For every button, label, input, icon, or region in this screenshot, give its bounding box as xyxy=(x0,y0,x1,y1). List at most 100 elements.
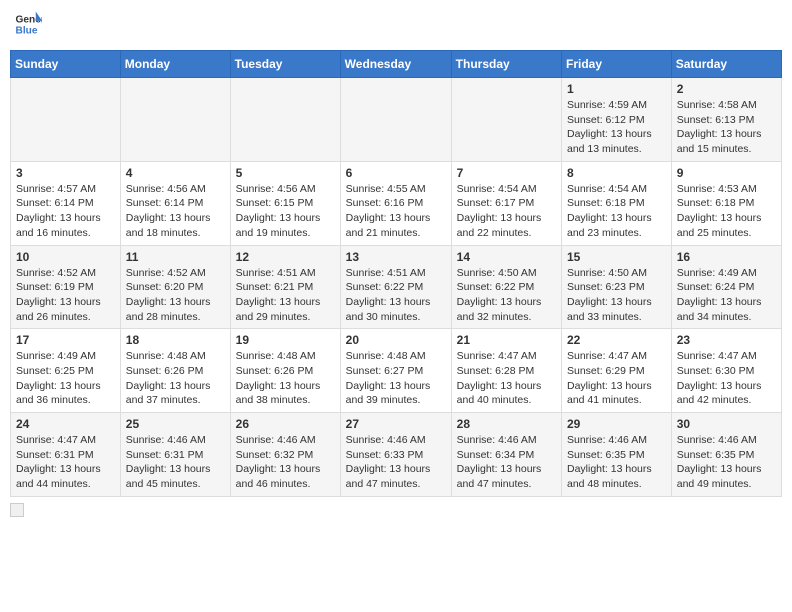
logo: General Blue xyxy=(14,14,42,38)
day-number: 6 xyxy=(346,166,446,180)
day-info: Sunrise: 4:51 AM Sunset: 6:21 PM Dayligh… xyxy=(236,266,335,325)
calendar-cell: 30Sunrise: 4:46 AM Sunset: 6:35 PM Dayli… xyxy=(671,413,781,497)
day-info: Sunrise: 4:47 AM Sunset: 6:31 PM Dayligh… xyxy=(16,433,115,492)
day-number: 27 xyxy=(346,417,446,431)
calendar-cell: 8 Sunrise: 4:54 AM Sunset: 6:18 PM Daylig… xyxy=(562,161,672,245)
calendar-header: SundayMondayTuesdayWednesdayThursdayFrid… xyxy=(11,51,782,78)
calendar-week-row: 10 Sunrise: 4:52 AM Sunset: 6:19 PM Dayli… xyxy=(11,245,782,329)
calendar-cell: 18Sunrise: 4:48 AM Sunset: 6:26 PM Dayli… xyxy=(120,329,230,413)
day-info: Sunrise: 4:51 AM Sunset: 6:22 PM Dayligh… xyxy=(346,266,446,325)
day-info: Sunrise: 4:56 AM Sunset: 6:14 PM Dayligh… xyxy=(126,182,225,241)
calendar-cell: 11Sunrise: 4:52 AM Sunset: 6:20 PM Dayli… xyxy=(120,245,230,329)
day-number: 30 xyxy=(677,417,776,431)
calendar-cell: 3 Sunrise: 4:57 AM Sunset: 6:14 PM Daylig… xyxy=(11,161,121,245)
calendar-table: SundayMondayTuesdayWednesdayThursdayFrid… xyxy=(10,50,782,497)
day-number: 8 xyxy=(567,166,666,180)
calendar-cell: 22Sunrise: 4:47 AM Sunset: 6:29 PM Dayli… xyxy=(562,329,672,413)
weekday-header-friday: Friday xyxy=(562,51,672,78)
day-info: Sunrise: 4:47 AM Sunset: 6:30 PM Dayligh… xyxy=(677,349,776,408)
calendar-week-row: 24Sunrise: 4:47 AM Sunset: 6:31 PM Dayli… xyxy=(11,413,782,497)
day-info: Sunrise: 4:50 AM Sunset: 6:22 PM Dayligh… xyxy=(457,266,556,325)
calendar-cell: 9 Sunrise: 4:53 AM Sunset: 6:18 PM Daylig… xyxy=(671,161,781,245)
day-info: Sunrise: 4:49 AM Sunset: 6:25 PM Dayligh… xyxy=(16,349,115,408)
day-info: Sunrise: 4:55 AM Sunset: 6:16 PM Dayligh… xyxy=(346,182,446,241)
weekday-header-tuesday: Tuesday xyxy=(230,51,340,78)
calendar-week-row: 3 Sunrise: 4:57 AM Sunset: 6:14 PM Daylig… xyxy=(11,161,782,245)
day-info: Sunrise: 4:46 AM Sunset: 6:34 PM Dayligh… xyxy=(457,433,556,492)
calendar-cell: 24Sunrise: 4:47 AM Sunset: 6:31 PM Dayli… xyxy=(11,413,121,497)
day-number: 16 xyxy=(677,250,776,264)
day-info: Sunrise: 4:46 AM Sunset: 6:32 PM Dayligh… xyxy=(236,433,335,492)
svg-text:Blue: Blue xyxy=(16,25,38,36)
calendar-cell: 14Sunrise: 4:50 AM Sunset: 6:22 PM Dayli… xyxy=(451,245,561,329)
day-info: Sunrise: 4:46 AM Sunset: 6:33 PM Dayligh… xyxy=(346,433,446,492)
day-info: Sunrise: 4:49 AM Sunset: 6:24 PM Dayligh… xyxy=(677,266,776,325)
day-number: 29 xyxy=(567,417,666,431)
day-info: Sunrise: 4:52 AM Sunset: 6:19 PM Dayligh… xyxy=(16,266,115,325)
day-info: Sunrise: 4:48 AM Sunset: 6:26 PM Dayligh… xyxy=(236,349,335,408)
day-info: Sunrise: 4:58 AM Sunset: 6:13 PM Dayligh… xyxy=(677,98,776,157)
day-number: 5 xyxy=(236,166,335,180)
calendar-cell: 13 Sunrise: 4:51 AM Sunset: 6:22 PM Dayli… xyxy=(340,245,451,329)
day-info: Sunrise: 4:59 AM Sunset: 6:12 PM Dayligh… xyxy=(567,98,666,157)
calendar-cell: 6 Sunrise: 4:55 AM Sunset: 6:16 PM Daylig… xyxy=(340,161,451,245)
calendar-cell: 28 Sunrise: 4:46 AM Sunset: 6:34 PM Dayli… xyxy=(451,413,561,497)
calendar-week-row: 1 Sunrise: 4:59 AM Sunset: 6:12 PM Daylig… xyxy=(11,78,782,162)
day-number: 25 xyxy=(126,417,225,431)
day-info: Sunrise: 4:54 AM Sunset: 6:18 PM Dayligh… xyxy=(567,182,666,241)
calendar-week-row: 17 Sunrise: 4:49 AM Sunset: 6:25 PM Dayli… xyxy=(11,329,782,413)
day-info: Sunrise: 4:47 AM Sunset: 6:28 PM Dayligh… xyxy=(457,349,556,408)
calendar-cell: 2 Sunrise: 4:58 AM Sunset: 6:13 PM Daylig… xyxy=(671,78,781,162)
logo-icon: General Blue xyxy=(14,10,42,38)
calendar-cell: 25Sunrise: 4:46 AM Sunset: 6:31 PM Dayli… xyxy=(120,413,230,497)
day-number: 10 xyxy=(16,250,115,264)
weekday-header-saturday: Saturday xyxy=(671,51,781,78)
day-info: Sunrise: 4:53 AM Sunset: 6:18 PM Dayligh… xyxy=(677,182,776,241)
day-number: 7 xyxy=(457,166,556,180)
calendar-cell: 15Sunrise: 4:50 AM Sunset: 6:23 PM Dayli… xyxy=(562,245,672,329)
day-number: 9 xyxy=(677,166,776,180)
calendar-cell xyxy=(340,78,451,162)
day-info: Sunrise: 4:54 AM Sunset: 6:17 PM Dayligh… xyxy=(457,182,556,241)
day-number: 2 xyxy=(677,82,776,96)
day-number: 17 xyxy=(16,333,115,347)
day-number: 3 xyxy=(16,166,115,180)
calendar-cell: 1 Sunrise: 4:59 AM Sunset: 6:12 PM Daylig… xyxy=(562,78,672,162)
day-number: 13 xyxy=(346,250,446,264)
day-info: Sunrise: 4:50 AM Sunset: 6:23 PM Dayligh… xyxy=(567,266,666,325)
calendar-cell: 5 Sunrise: 4:56 AM Sunset: 6:15 PM Daylig… xyxy=(230,161,340,245)
calendar-cell: 23Sunrise: 4:47 AM Sunset: 6:30 PM Dayli… xyxy=(671,329,781,413)
calendar-cell xyxy=(230,78,340,162)
day-number: 26 xyxy=(236,417,335,431)
calendar-cell xyxy=(11,78,121,162)
day-info: Sunrise: 4:48 AM Sunset: 6:26 PM Dayligh… xyxy=(126,349,225,408)
day-number: 22 xyxy=(567,333,666,347)
legend-box xyxy=(10,503,24,517)
weekday-header-sunday: Sunday xyxy=(11,51,121,78)
day-number: 4 xyxy=(126,166,225,180)
calendar-cell: 16 Sunrise: 4:49 AM Sunset: 6:24 PM Dayli… xyxy=(671,245,781,329)
day-number: 20 xyxy=(346,333,446,347)
day-number: 1 xyxy=(567,82,666,96)
day-number: 12 xyxy=(236,250,335,264)
calendar-cell xyxy=(451,78,561,162)
day-number: 21 xyxy=(457,333,556,347)
calendar-cell: 19Sunrise: 4:48 AM Sunset: 6:26 PM Dayli… xyxy=(230,329,340,413)
day-number: 11 xyxy=(126,250,225,264)
day-info: Sunrise: 4:57 AM Sunset: 6:14 PM Dayligh… xyxy=(16,182,115,241)
calendar-body: 1 Sunrise: 4:59 AM Sunset: 6:12 PM Daylig… xyxy=(11,78,782,497)
page-header: General Blue xyxy=(10,10,782,42)
calendar-cell: 29Sunrise: 4:46 AM Sunset: 6:35 PM Dayli… xyxy=(562,413,672,497)
day-number: 28 xyxy=(457,417,556,431)
calendar-cell: 26 Sunrise: 4:46 AM Sunset: 6:32 PM Dayli… xyxy=(230,413,340,497)
calendar-cell xyxy=(120,78,230,162)
calendar-cell: 20 Sunrise: 4:48 AM Sunset: 6:27 PM Dayli… xyxy=(340,329,451,413)
calendar-cell: 10 Sunrise: 4:52 AM Sunset: 6:19 PM Dayli… xyxy=(11,245,121,329)
legend xyxy=(10,503,782,517)
day-info: Sunrise: 4:48 AM Sunset: 6:27 PM Dayligh… xyxy=(346,349,446,408)
calendar-cell: 7 Sunrise: 4:54 AM Sunset: 6:17 PM Daylig… xyxy=(451,161,561,245)
weekday-header-wednesday: Wednesday xyxy=(340,51,451,78)
day-info: Sunrise: 4:56 AM Sunset: 6:15 PM Dayligh… xyxy=(236,182,335,241)
weekday-header-thursday: Thursday xyxy=(451,51,561,78)
weekday-header-monday: Monday xyxy=(120,51,230,78)
